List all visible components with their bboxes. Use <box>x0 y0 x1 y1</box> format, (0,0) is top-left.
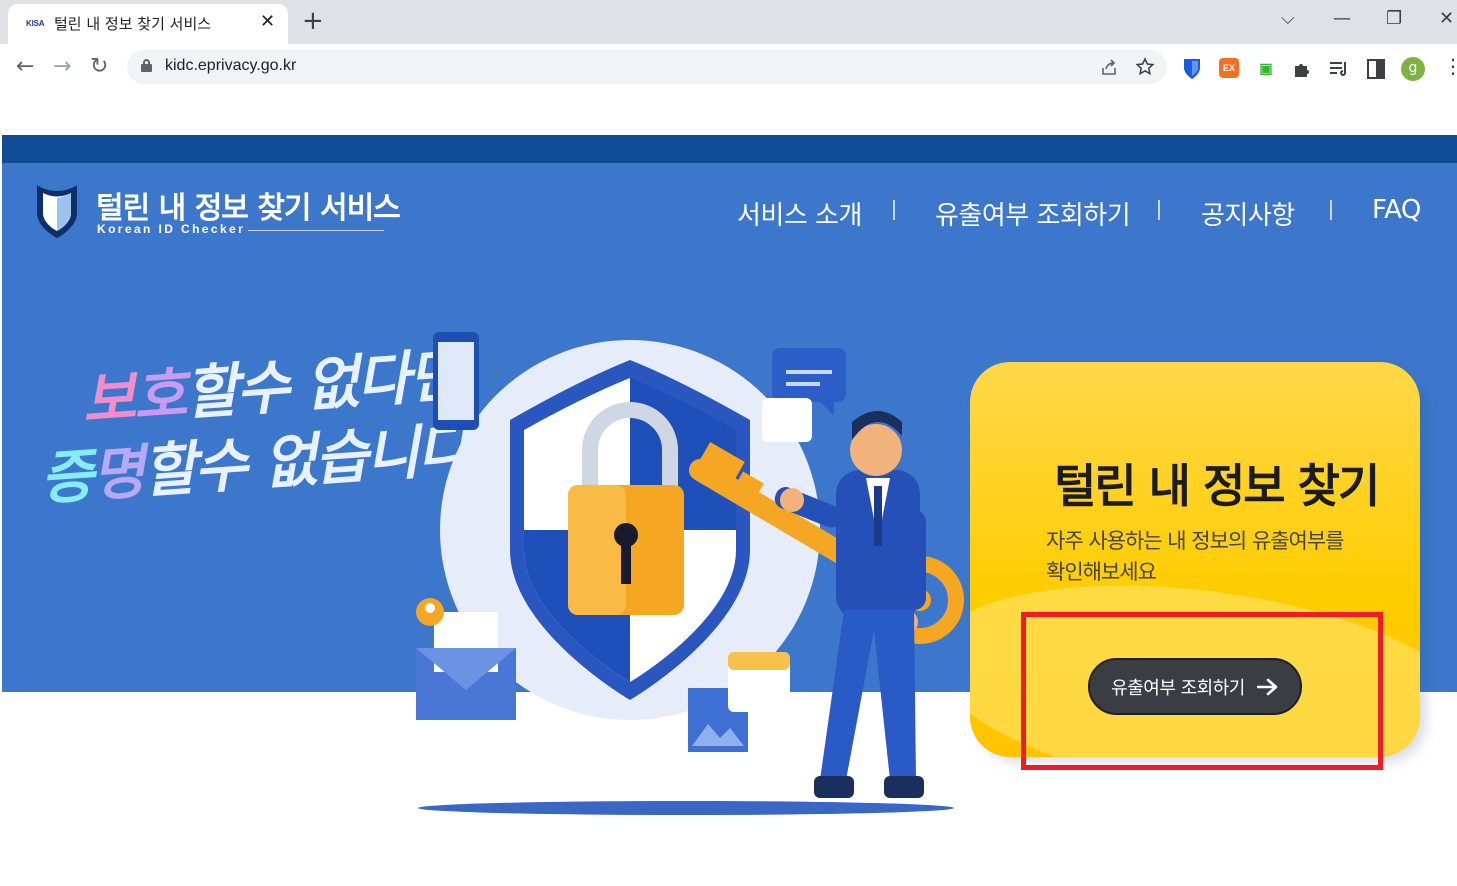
card-description-line-2: 확인해보세요 <box>1046 560 1157 584</box>
new-tab-button[interactable]: + <box>302 6 324 36</box>
phone-icon <box>433 332 479 430</box>
tab-search-dropdown-icon[interactable]: ⌵ <box>1281 8 1295 29</box>
logo-underline <box>248 230 384 231</box>
tab-title: 털린 내 정보 찾기 서비스 <box>54 15 212 33</box>
card-description: 자주 사용하는 내 정보의 유출여부를 확인해보세요 <box>1046 526 1386 588</box>
restore-window-button[interactable]: ❐ <box>1386 8 1402 29</box>
reload-icon[interactable]: ↻ <box>90 54 108 79</box>
ex-extension-icon[interactable]: EX <box>1219 58 1239 78</box>
browser-menu-icon[interactable]: ⋮ <box>1443 54 1457 78</box>
minimize-window-button[interactable]: — <box>1333 8 1351 29</box>
nav-divider <box>893 200 895 220</box>
floor-shadow <box>418 801 954 815</box>
browser-tab-strip: KISA 털린 내 정보 찾기 서비스 ✕ + ⌵ — ❐ ✕ <box>0 0 1457 44</box>
site-logo-subtitle: Korean ID Checker <box>97 222 246 236</box>
side-panel-icon[interactable] <box>1366 58 1386 80</box>
url-text[interactable]: kidc.eprivacy.go.kr <box>165 57 296 75</box>
back-arrow-icon[interactable]: ← <box>16 54 34 79</box>
share-icon[interactable] <box>1099 58 1119 78</box>
profile-avatar[interactable]: g <box>1401 57 1425 81</box>
bitwarden-extension-icon[interactable] <box>1183 58 1201 80</box>
header-top-band <box>2 135 1457 163</box>
site-favicon-icon: KISA <box>26 19 45 28</box>
media-control-icon[interactable] <box>1328 59 1350 79</box>
forward-arrow-icon[interactable]: → <box>53 54 71 79</box>
nav-leak-check[interactable]: 유출여부 조회하기 <box>935 195 1131 232</box>
card-description-line-1: 자주 사용하는 내 정보의 유출여부를 <box>1046 529 1345 553</box>
shield-logo-icon[interactable] <box>36 183 78 239</box>
card-title: 털린 내 정보 찾기 <box>1054 459 1380 513</box>
nav-notice[interactable]: 공지사항 <box>1201 195 1295 232</box>
close-window-button[interactable]: ✕ <box>1439 8 1454 29</box>
security-illustration <box>416 332 964 815</box>
puzzle-extension-icon[interactable] <box>1292 59 1312 79</box>
bookmark-star-icon[interactable] <box>1135 57 1155 77</box>
nav-service-intro[interactable]: 서비스 소개 <box>737 195 862 232</box>
nav-faq[interactable]: FAQ <box>1372 195 1421 225</box>
browser-tab-active[interactable]: KISA 털린 내 정보 찾기 서비스 ✕ <box>8 4 288 44</box>
nav-divider <box>1330 200 1332 220</box>
green-extension-icon[interactable]: ▣ <box>1256 58 1276 78</box>
tab-close-icon[interactable]: ✕ <box>260 11 275 32</box>
nav-divider <box>1158 200 1160 220</box>
chat-bubble-icon <box>762 348 846 442</box>
address-bar[interactable]: kidc.eprivacy.go.kr <box>127 50 1167 84</box>
lock-icon[interactable] <box>141 59 152 72</box>
highlight-annotation-box <box>1021 612 1383 770</box>
site-logo-title[interactable]: 털린 내 정보 찾기 서비스 <box>96 183 401 227</box>
